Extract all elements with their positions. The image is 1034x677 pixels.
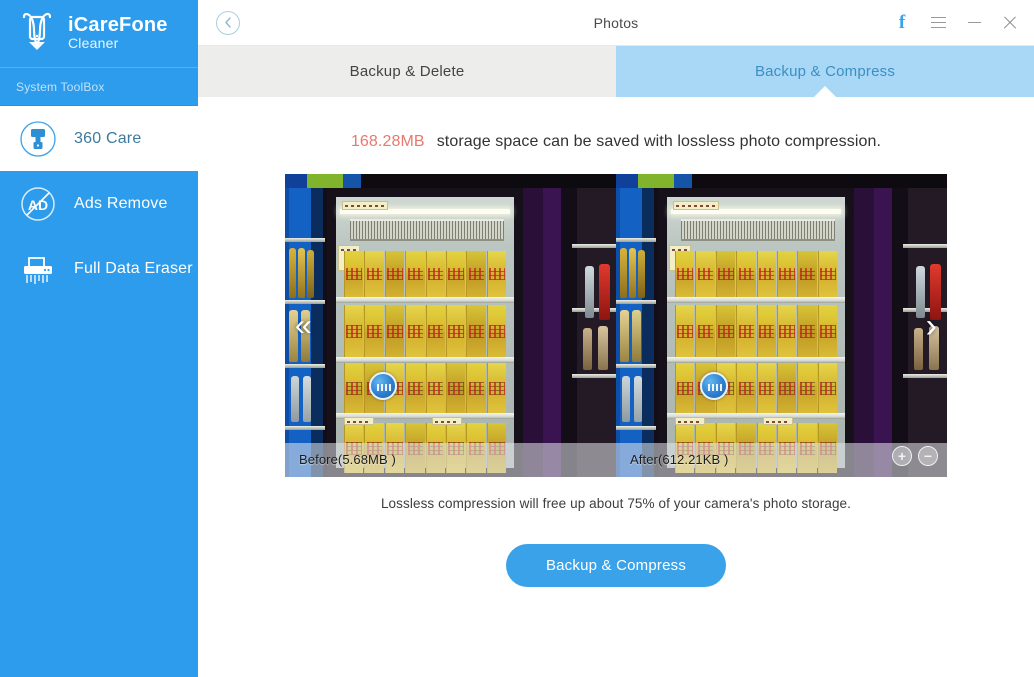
tab-label: Backup & Compress: [754, 63, 896, 80]
brand-name: iCareFone: [68, 13, 168, 36]
after-caption: After(612.21KB ): [630, 452, 729, 467]
brand-header: iCareFone Cleaner: [0, 0, 198, 67]
photo-after: [616, 174, 947, 477]
tab-label: Backup & Delete: [349, 63, 465, 80]
before-caption: Before(5.68MB ): [299, 452, 396, 467]
close-icon[interactable]: [1002, 14, 1018, 32]
title-bar: Photos f: [198, 0, 1034, 46]
application-window: iCareFone Cleaner System ToolBox 360 Car…: [0, 0, 1034, 677]
brand-subtitle: Cleaner: [68, 34, 119, 51]
minimize-icon[interactable]: [966, 14, 982, 32]
sidebar-item-full-data-eraser[interactable]: Full Data Eraser: [0, 236, 198, 301]
savings-amount: 168.28MB: [350, 133, 425, 150]
tab-backup-delete[interactable]: Backup & Delete: [198, 46, 616, 97]
chevron-left-icon[interactable]: «: [295, 310, 312, 341]
chevron-right-icon[interactable]: ›: [926, 309, 937, 343]
sidebar: iCareFone Cleaner System ToolBox 360 Car…: [0, 0, 198, 677]
window-controls: f: [894, 13, 1034, 32]
sidebar-item-label: Full Data Eraser: [74, 259, 193, 277]
savings-text: storage space can be saved with lossless…: [436, 133, 882, 150]
cta-container: Backup & Compress: [198, 544, 1034, 587]
brush-circle-icon: [18, 119, 58, 159]
active-tab-notch: [814, 86, 836, 97]
savings-headline: 168.28MB storage space can be saved with …: [198, 133, 1034, 151]
photo-comparison-viewer[interactable]: « › Before(5.68MB ) After(612.21KB ) + −: [285, 174, 947, 477]
sidebar-item-label: 360 Care: [74, 129, 142, 147]
sidebar-item-360-care[interactable]: 360 Care: [0, 106, 198, 171]
tab-backup-compress[interactable]: Backup & Compress: [616, 46, 1034, 97]
phone-pin-icon: [16, 11, 58, 57]
sidebar-section-label: System ToolBox: [0, 67, 198, 106]
sidebar-item-ads-remove[interactable]: AD Ads Remove: [0, 171, 198, 236]
main-content: Photos f Backup & Delete Backup & Compre…: [198, 0, 1034, 677]
zoom-out-icon[interactable]: −: [918, 446, 938, 466]
tab-bar: Backup & Delete Backup & Compress: [198, 46, 1034, 97]
sidebar-item-label: Ads Remove: [74, 194, 168, 212]
back-chevron-circle-icon[interactable]: [216, 10, 240, 35]
shredder-icon: [18, 249, 58, 289]
zoom-in-icon[interactable]: +: [892, 446, 912, 466]
backup-compress-button[interactable]: Backup & Compress: [505, 544, 727, 587]
ad-blocked-circle-icon: AD: [18, 184, 58, 224]
zoom-controls: + −: [892, 446, 938, 466]
hamburger-menu-icon[interactable]: [930, 14, 946, 32]
compression-note: Lossless compression will free up about …: [380, 496, 852, 511]
facebook-icon[interactable]: f: [894, 13, 910, 32]
photo-before: [285, 174, 616, 477]
